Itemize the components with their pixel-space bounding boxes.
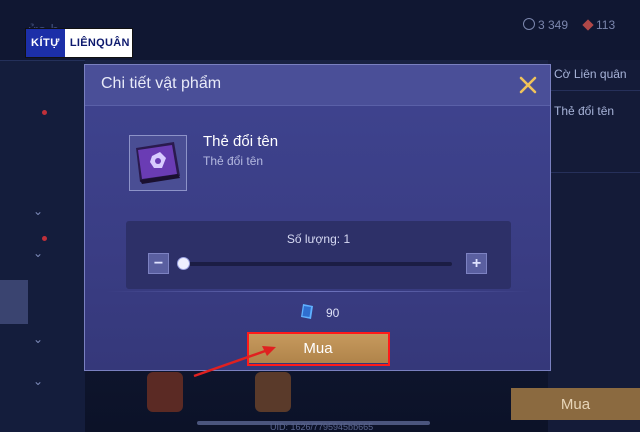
plus-icon: + — [471, 254, 482, 272]
voucher-gem-icon — [582, 19, 594, 31]
item-subtitle: Thẻ đổi tên — [203, 154, 264, 168]
voucher-icon — [300, 303, 314, 320]
quantity-slider-handle[interactable] — [177, 257, 190, 270]
notification-dot — [42, 110, 47, 115]
chevron-down-icon[interactable]: ⌄ — [33, 332, 43, 346]
gem-balance: 113 — [582, 18, 615, 32]
increase-quantity-button[interactable]: + — [466, 253, 487, 274]
chevron-down-icon[interactable]: ⌄ — [33, 374, 43, 388]
sidebar-selected-tab[interactable] — [0, 280, 28, 324]
quantity-slider-track[interactable] — [182, 262, 452, 266]
quantity-label: Số lượng: 1 — [286, 232, 351, 246]
watermark-logo: KÍTỰ LIÊNQUÂN — [25, 28, 133, 58]
price-value: 90 — [326, 306, 340, 320]
minus-icon: − — [153, 254, 164, 272]
divider — [107, 291, 530, 292]
quantity-value: 1 — [343, 232, 351, 246]
background-buy-button[interactable]: Mua — [511, 388, 640, 420]
side-item-label[interactable]: Cờ Liên quân — [554, 67, 627, 81]
coin-icon — [523, 18, 535, 30]
item-name: Thẻ đổi tên — [203, 133, 279, 150]
uid-caption: UID: 1626/7795945bb665 — [270, 422, 374, 432]
notification-dot — [42, 236, 47, 241]
decrease-quantity-button[interactable]: − — [148, 253, 169, 274]
modal-title: Chi tiết vật phẩm — [101, 75, 222, 92]
chevron-down-icon[interactable]: ⌄ — [33, 246, 43, 260]
left-sidebar: ⌄ ⌄ ⌄ ⌄ — [0, 60, 85, 432]
right-panel: Cờ Liên quân Thẻ đổi tên — [548, 60, 640, 432]
side-item-label[interactable]: Thẻ đổi tên — [554, 104, 614, 118]
item-detail-modal: Chi tiết vật phẩm Thẻ đổi tên Thẻ đổi tê… — [84, 64, 551, 371]
chevron-down-icon[interactable]: ⌄ — [33, 204, 43, 218]
quantity-panel: Số lượng: 1 − + — [126, 221, 511, 289]
rename-card-icon — [129, 135, 187, 191]
shop-item-thumb[interactable] — [147, 372, 183, 412]
close-icon[interactable] — [516, 73, 540, 97]
buy-button[interactable]: Mua — [248, 333, 388, 363]
shop-item-thumb[interactable] — [255, 372, 291, 412]
modal-header: Chi tiết vật phẩm — [85, 65, 550, 106]
coin-balance: 3 349 — [523, 18, 568, 32]
